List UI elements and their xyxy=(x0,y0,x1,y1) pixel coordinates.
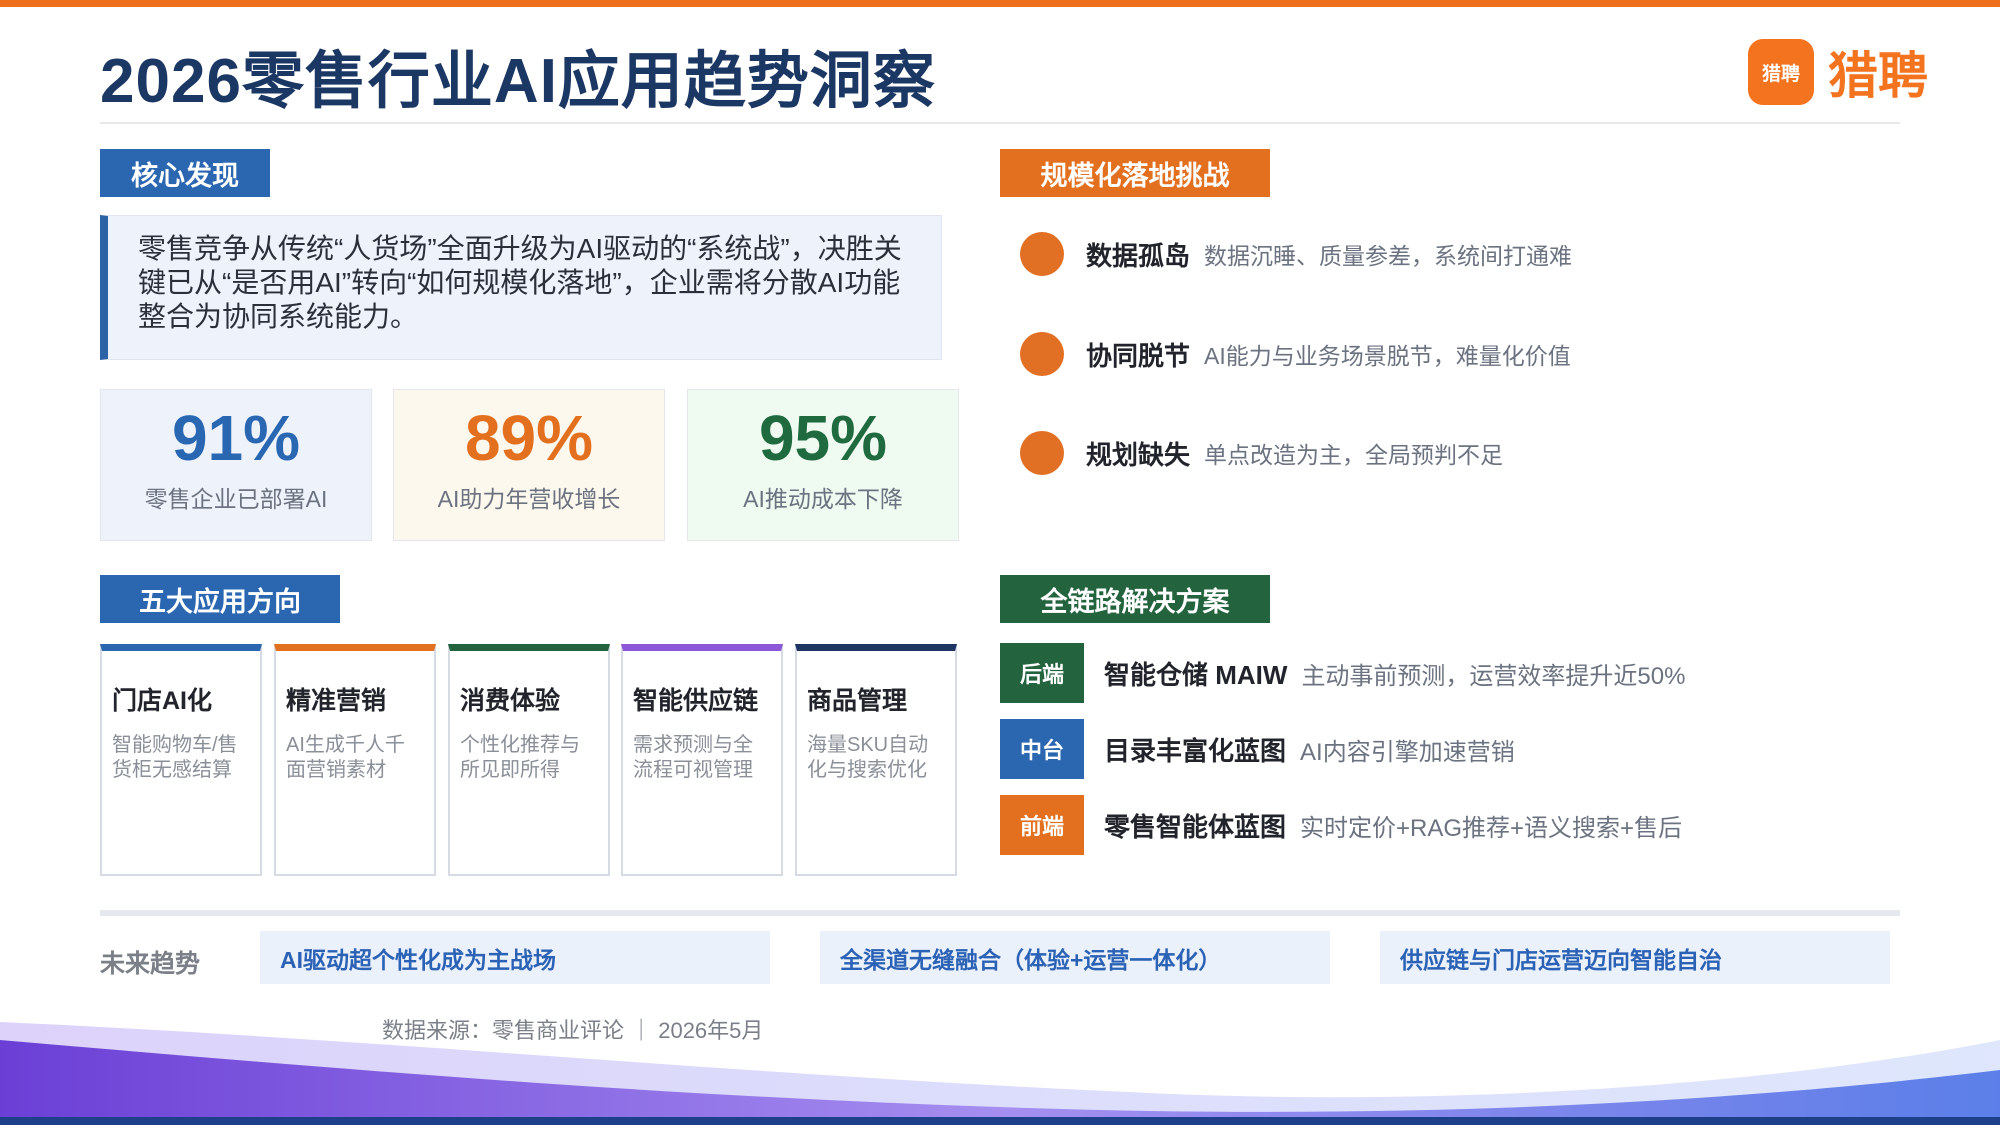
stat-value: 95% xyxy=(758,402,888,474)
direction-desc: 智能购物车/售货柜无感结算 xyxy=(112,734,238,781)
direction-card: 精准营销 AI生成千人千面营销素材 xyxy=(274,644,436,876)
trend-pill: 供应链与门店运营迈向智能自治 xyxy=(1380,931,1890,984)
section-label-core: 核心发现 xyxy=(100,149,270,197)
direction-desc: 个性化推荐与所见即所得 xyxy=(460,734,580,781)
bullet-dot-icon xyxy=(1020,232,1064,276)
direction-card: 商品管理 海量SKU自动化与搜索优化 xyxy=(795,644,957,876)
solution-desc: 主动事前预测，运营效率提升近50% xyxy=(1301,662,1686,690)
solution-desc: AI内容引擎加速营销 xyxy=(1300,738,1515,766)
core-callout: 零售竞争从传统“人货场”全面升级为AI驱动的“系统战”，决胜关键已从“是否用AI… xyxy=(100,215,942,360)
challenge-title: 协同脱节 xyxy=(1086,340,1191,371)
challenge-desc: AI能力与业务场景脱节，难量化价值 xyxy=(1204,343,1571,369)
challenge-item: 数据孤岛 数据沉睡、质量参差，系统间打通难 xyxy=(1020,232,1572,276)
stat-card: 89% AI助力年营收增长 xyxy=(393,389,665,541)
stat-label: AI推动成本下降 xyxy=(743,486,903,512)
page-title: 2026零售行业AI应用趋势洞察 xyxy=(100,47,936,116)
section-label-challenges: 规模化落地挑战 xyxy=(1000,149,1270,197)
direction-desc: 海量SKU自动化与搜索优化 xyxy=(807,734,929,781)
challenge-item: 规划缺失 单点改造为主，全局预判不足 xyxy=(1020,431,1503,475)
bottom-divider xyxy=(100,910,1900,916)
logo-icon: 猎聘 xyxy=(1748,39,1814,105)
direction-title: 商品管理 xyxy=(807,687,908,715)
solution-title: 智能仓储 MAIW xyxy=(1104,659,1288,690)
direction-desc: 需求预测与全流程可视管理 xyxy=(633,734,753,781)
solution-tag: 中台 xyxy=(1000,719,1084,779)
solution-title: 零售智能体蓝图 xyxy=(1104,811,1287,842)
challenge-title: 数据孤岛 xyxy=(1086,240,1191,271)
decorative-wave xyxy=(0,1022,2000,1125)
solution-desc: 实时定价+RAG推荐+语义搜索+售后 xyxy=(1300,814,1683,842)
direction-title: 消费体验 xyxy=(460,687,561,715)
header-divider xyxy=(100,122,1900,124)
direction-desc: AI生成千人千面营销素材 xyxy=(286,734,405,781)
stat-value: 91% xyxy=(171,402,301,474)
direction-card: 门店AI化 智能购物车/售货柜无感结算 xyxy=(100,644,262,876)
stat-card: 95% AI推动成本下降 xyxy=(687,389,959,541)
direction-title: 门店AI化 xyxy=(112,687,213,715)
solution-row: 中台 目录丰富化蓝图 AI内容引擎加速营销 xyxy=(1000,719,1515,779)
trend-pill: AI驱动超个性化成为主战场 xyxy=(260,931,770,984)
solution-tag: 前端 xyxy=(1000,795,1084,855)
stat-label: AI助力年营收增长 xyxy=(437,486,621,512)
solution-tag: 后端 xyxy=(1000,643,1084,703)
direction-card: 智能供应链 需求预测与全流程可视管理 xyxy=(621,644,783,876)
challenge-item: 协同脱节 AI能力与业务场景脱节，难量化价值 xyxy=(1020,332,1571,376)
top-accent-bar xyxy=(0,0,2000,7)
direction-title: 精准营销 xyxy=(286,687,387,715)
challenge-title: 规划缺失 xyxy=(1086,439,1191,470)
stat-value: 89% xyxy=(464,402,594,474)
stat-label: 零售企业已部署AI xyxy=(144,486,328,512)
section-label-solutions: 全链路解决方案 xyxy=(1000,575,1270,623)
logo-text: 猎聘 xyxy=(1828,48,1928,104)
solution-title: 目录丰富化蓝图 xyxy=(1104,735,1287,766)
section-label-directions: 五大应用方向 xyxy=(100,575,340,623)
solution-row: 前端 零售智能体蓝图 实时定价+RAG推荐+语义搜索+售后 xyxy=(1000,795,1682,855)
brand-logo: 猎聘 猎聘 xyxy=(1748,36,1928,108)
bullet-dot-icon xyxy=(1020,431,1064,475)
direction-card: 消费体验 个性化推荐与所见即所得 xyxy=(448,644,610,876)
bullet-dot-icon xyxy=(1020,332,1064,376)
trend-pill: 全渠道无缝融合（体验+运营一体化） xyxy=(820,931,1330,984)
solution-row: 后端 智能仓储 MAIW 主动事前预测，运营效率提升近50% xyxy=(1000,643,1685,703)
data-source: 数据来源：零售商业评论 ｜ 2026年5月 xyxy=(382,1018,764,1043)
trends-label: 未来趋势 xyxy=(100,950,201,978)
stat-card: 91% 零售企业已部署AI xyxy=(100,389,372,541)
direction-title: 智能供应链 xyxy=(633,687,759,715)
challenge-desc: 数据沉睡、质量参差，系统间打通难 xyxy=(1204,243,1573,269)
challenge-desc: 单点改造为主，全局预判不足 xyxy=(1204,442,1504,468)
